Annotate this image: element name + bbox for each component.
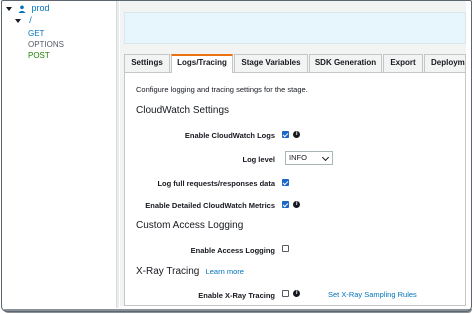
cloudwatch-heading: CloudWatch Settings (136, 105, 230, 116)
tab-sdk-generation[interactable]: SDK Generation (309, 54, 382, 72)
chevron-down-icon[interactable] (15, 18, 21, 23)
stage-icon (18, 5, 26, 13)
enable-access-logging-checkbox[interactable] (282, 245, 289, 253)
enable-cloudwatch-logs-checkbox[interactable] (282, 131, 289, 139)
invoke-url-banner (124, 12, 466, 44)
enable-xray-checkbox[interactable] (282, 290, 289, 298)
tree-resource-label[interactable]: / (29, 15, 32, 25)
detailed-metrics-control: i (282, 200, 301, 209)
chevron-down-icon[interactable] (6, 6, 12, 11)
window-shadow (4, 309, 472, 313)
enable-cloudwatch-logs-control: i (282, 130, 301, 139)
resource-tree: prod / GET OPTIONS POST (2, 0, 114, 308)
custom-access-logging-heading: Custom Access Logging (136, 220, 244, 231)
log-level-value: INFO (289, 153, 307, 162)
enable-cloudwatch-logs-label: Enable CloudWatch Logs (184, 131, 275, 140)
xray-heading: X-Ray Tracing (136, 266, 200, 277)
pane-divider[interactable] (116, 0, 119, 308)
detailed-metrics-checkbox[interactable] (282, 201, 289, 209)
tree-stage-prod[interactable]: prod (6, 3, 49, 14)
enable-xray-label: Enable X-Ray Tracing (198, 291, 275, 300)
log-full-requests-label: Log full requests/responses data (157, 179, 275, 188)
tab-export[interactable]: Export (383, 54, 423, 72)
tab-stage-variables[interactable]: Stage Variables (234, 54, 308, 72)
log-level-select[interactable]: INFO (285, 151, 333, 165)
panel-intro: Configure logging and tracing settings f… (136, 85, 308, 94)
enable-xray-control: i (282, 289, 301, 298)
log-level-label: Log level (242, 155, 275, 164)
info-icon[interactable]: i (293, 201, 301, 209)
stage-tabs: Settings Logs/Tracing Stage Variables SD… (124, 54, 466, 73)
info-icon[interactable]: i (293, 290, 301, 298)
tree-resource-root[interactable]: / (15, 15, 32, 26)
main-content: Settings Logs/Tracing Stage Variables SD… (120, 0, 466, 306)
tab-settings[interactable]: Settings (124, 54, 170, 72)
log-full-requests-control (282, 178, 289, 187)
app-window: prod / GET OPTIONS POST Settings Logs/Tr… (0, 0, 474, 314)
xray-sampling-rules-link[interactable]: Set X-Ray Sampling Rules (328, 290, 417, 299)
tab-logs-tracing[interactable]: Logs/Tracing (171, 54, 233, 73)
detailed-metrics-label: Enable Detailed CloudWatch Metrics (145, 201, 275, 210)
tree-method-options[interactable]: OPTIONS (28, 40, 64, 50)
info-icon[interactable]: i (293, 131, 301, 139)
chevron-down-icon (321, 153, 330, 162)
tab-deployment-history[interactable]: Deploym (424, 54, 466, 72)
xray-heading-row: X-Ray Tracing Learn more (136, 266, 244, 277)
enable-access-logging-label: Enable Access Logging (190, 246, 275, 255)
tree-stage-label[interactable]: prod (31, 3, 49, 13)
log-full-requests-checkbox[interactable] (282, 179, 289, 187)
tree-method-post[interactable]: POST (28, 51, 50, 61)
enable-access-logging-control (282, 244, 289, 253)
logs-tracing-panel: Configure logging and tracing settings f… (124, 72, 466, 306)
learn-more-link[interactable]: Learn more (206, 267, 244, 276)
tree-method-get[interactable]: GET (28, 29, 44, 39)
